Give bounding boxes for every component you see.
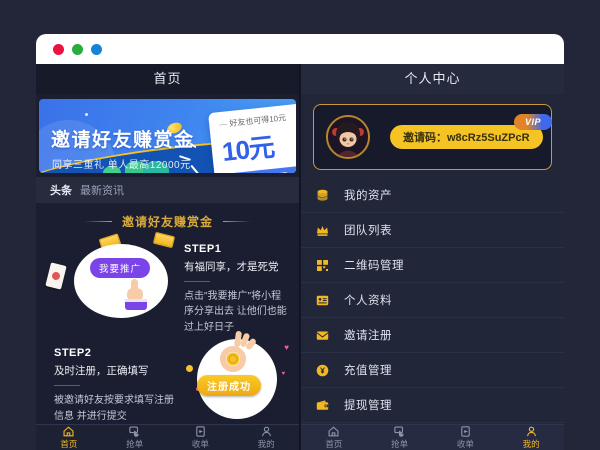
withdraw-icon: [314, 397, 330, 413]
step1-row: 我要推广 STEP1 有福同享，才是死党 点击"我要推广"将小程序分享出去 让他…: [36, 238, 299, 336]
invite-code-label: 邀请码：: [403, 132, 447, 144]
section-title: 邀请好友赚赏金: [36, 213, 299, 230]
menu-item-qrcode[interactable]: 二维码管理: [301, 248, 564, 283]
menu-item-label: 我的资产: [344, 187, 392, 203]
mine-icon: [260, 425, 273, 438]
tab-receive-order[interactable]: 收单: [168, 425, 234, 450]
grab-order-icon: [393, 425, 406, 438]
menu-item-recharge[interactable]: 充值管理: [301, 353, 564, 388]
promote-badge: 我要推广: [90, 258, 150, 278]
tab-label: 首页: [325, 438, 342, 450]
tab-mine[interactable]: 我的: [498, 425, 564, 450]
home-icon: [327, 425, 340, 438]
register-success-badge: 注册成功: [197, 375, 261, 396]
menu-item-label: 个人资料: [344, 292, 392, 308]
tab-label: 首页: [60, 438, 77, 450]
step2-label: STEP2: [54, 347, 180, 359]
tab-home[interactable]: 首页: [301, 425, 367, 450]
sparkle-icon: [85, 113, 88, 116]
heart-icon: ♥: [281, 371, 285, 377]
tab-label: 收单: [457, 438, 474, 450]
app-window: 首页 邀请好友赚赏金 同享三重礼 单人最高12000元 好友也可得10元: [36, 34, 564, 450]
profile-menu: 我的资产 团队列表: [301, 178, 564, 423]
assets-icon: [314, 187, 330, 203]
ok-hand-icon: [213, 329, 257, 377]
tab-label: 抢单: [126, 438, 143, 450]
step2-row: STEP2 及时注册，正确填写 被邀请好友按要求填写注册信息 并进行提交: [36, 337, 299, 424]
personal-info-icon: [314, 292, 330, 308]
profile-tabbar: 首页 抢单 收单: [301, 424, 564, 450]
banner-title: 邀请好友赚赏金: [51, 125, 195, 152]
menu-item-label: 二维码管理: [344, 257, 404, 273]
news-tag: 头条: [50, 182, 72, 198]
tab-label: 收单: [192, 438, 209, 450]
panels-container: 首页 邀请好友赚赏金 同享三重礼 单人最高12000元 好友也可得10元: [36, 64, 564, 450]
banner-reward-card: 好友也可得10元 10元 多邀多得: [208, 101, 296, 172]
grab-order-icon: [128, 425, 141, 438]
money-note-icon: [153, 231, 175, 247]
qrcode-icon: [314, 257, 330, 273]
news-ticker[interactable]: 头条 最新资讯: [36, 177, 299, 203]
tab-mine[interactable]: 我的: [233, 425, 299, 450]
banner-subtitle: 同享三重礼 单人最高12000元: [52, 156, 191, 171]
news-text: 最新资讯: [80, 182, 124, 198]
menu-item-label: 团队列表: [344, 222, 392, 238]
profile-panel: 个人中心: [301, 64, 564, 450]
maximize-button[interactable]: [91, 44, 102, 55]
invite-register-icon: [314, 327, 330, 343]
heart-icon: ♥: [284, 343, 289, 352]
red-bill-icon: [45, 262, 66, 289]
pointing-hand-icon: [120, 278, 150, 312]
menu-item-label: 提现管理: [344, 397, 392, 413]
receive-order-icon: [459, 425, 472, 438]
menu-item-label: 充值管理: [344, 362, 392, 378]
tab-grab-order[interactable]: 抢单: [102, 425, 168, 450]
menu-item-withdraw[interactable]: 提现管理: [301, 388, 564, 423]
tab-label: 我的: [258, 438, 275, 450]
home-panel: 首页 邀请好友赚赏金 同享三重礼 单人最高12000元 好友也可得10元: [36, 64, 301, 450]
step1-text: STEP1 有福同享，才是死党 点击"我要推广"将小程序分享出去 让他们也能过上…: [184, 238, 291, 336]
avatar[interactable]: [326, 115, 370, 159]
home-tabbar: 首页 抢单 收单: [36, 424, 299, 450]
recharge-icon: [314, 362, 330, 378]
menu-item-label: 邀请注册: [344, 327, 392, 343]
close-button[interactable]: [53, 44, 64, 55]
menu-item-assets[interactable]: 我的资产: [301, 178, 564, 213]
divider-line: [184, 281, 210, 282]
promote-illustration: 我要推广: [44, 238, 184, 324]
window-titlebar: [36, 34, 564, 64]
tab-home[interactable]: 首页: [36, 425, 102, 450]
avatar-girl-icon: [328, 117, 368, 157]
vip-badge: VIP: [514, 114, 552, 130]
mine-icon: [525, 425, 538, 438]
step1-label: STEP1: [184, 243, 291, 255]
minimize-button[interactable]: [72, 44, 83, 55]
confetti-dot: [186, 365, 193, 372]
invite-code-value: w8cRz5SuZPcR: [447, 132, 530, 144]
tab-receive-order[interactable]: 收单: [433, 425, 499, 450]
divider-line: [54, 385, 80, 386]
step2-text: STEP2 及时注册，正确填写 被邀请好友按要求填写注册信息 并进行提交: [54, 337, 180, 424]
menu-item-invite-register[interactable]: 邀请注册: [301, 318, 564, 353]
menu-item-team[interactable]: 团队列表: [301, 213, 564, 248]
menu-item-personal-info[interactable]: 个人资料: [301, 283, 564, 318]
divider-line: [223, 221, 251, 222]
profile-page-title: 个人中心: [301, 64, 564, 94]
home-icon: [62, 425, 75, 438]
step2-title: 及时注册，正确填写: [54, 363, 180, 378]
team-icon: [314, 222, 330, 238]
register-success-illustration: ♥ ♥ 注册成功: [180, 337, 291, 409]
receive-order-icon: [194, 425, 207, 438]
tab-grab-order[interactable]: 抢单: [367, 425, 433, 450]
divider-line: [84, 221, 112, 222]
tab-label: 抢单: [391, 438, 408, 450]
step2-description: 被邀请好友按要求填写注册信息 并进行提交: [54, 393, 180, 424]
tab-label: 我的: [523, 438, 540, 450]
home-page-title: 首页: [36, 64, 299, 94]
invite-banner[interactable]: 邀请好友赚赏金 同享三重礼 单人最高12000元 好友也可得10元 10元 多邀…: [39, 99, 296, 173]
profile-card: 邀请码：w8cRz5SuZPcR VIP: [313, 104, 552, 170]
step1-title: 有福同享，才是死党: [184, 259, 291, 274]
